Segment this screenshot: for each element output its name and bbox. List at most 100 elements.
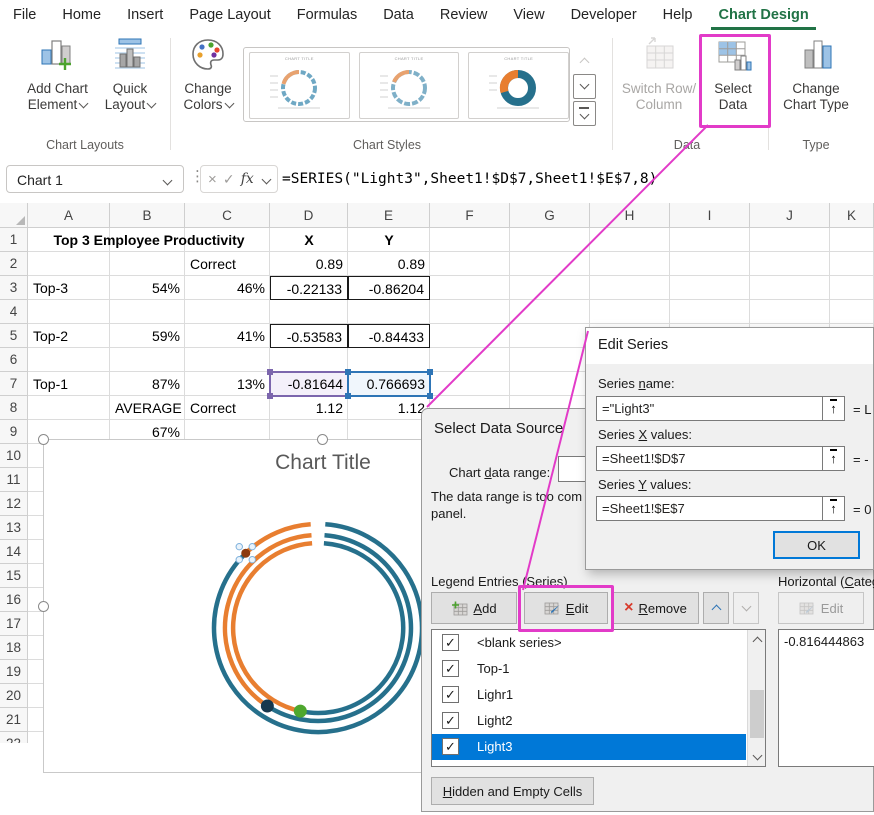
- row-header-21[interactable]: 21: [0, 708, 28, 732]
- change-colors-button[interactable]: Change Colors: [177, 36, 239, 113]
- row-header-9[interactable]: 9: [0, 420, 28, 444]
- data-point-green[interactable]: [294, 705, 307, 718]
- series-list[interactable]: ✓Light3✓Light2✓Lighr1✓Top-1✓<blank serie…: [431, 629, 766, 767]
- column-header-F[interactable]: F: [430, 203, 510, 228]
- series-y-range-button[interactable]: ↑: [822, 496, 845, 521]
- row-header-14[interactable]: 14: [0, 540, 28, 564]
- row-header-12[interactable]: 12: [0, 492, 28, 516]
- chevron-down-icon[interactable]: [261, 174, 271, 184]
- cell-B3[interactable]: 54%: [110, 276, 185, 300]
- column-header-G[interactable]: G: [510, 203, 590, 228]
- cell-C3[interactable]: 46%: [185, 276, 270, 300]
- menu-tab-file[interactable]: File: [0, 0, 49, 30]
- horizontal-values-list[interactable]: -0.816444863: [778, 629, 874, 767]
- series-name-range-button[interactable]: ↑: [822, 396, 845, 421]
- row-header-1[interactable]: 1: [0, 228, 28, 252]
- menu-tab-home[interactable]: Home: [49, 0, 114, 30]
- menu-tab-review[interactable]: Review: [427, 0, 501, 30]
- chart-data-range-input[interactable]: [558, 456, 588, 482]
- row-header-13[interactable]: 13: [0, 516, 28, 540]
- row-header-18[interactable]: 18: [0, 636, 28, 660]
- series-checkbox[interactable]: ✓: [442, 660, 459, 677]
- gallery-up-button[interactable]: [573, 47, 596, 72]
- menu-tab-help[interactable]: Help: [650, 0, 706, 30]
- row-header-22[interactable]: 22: [0, 732, 28, 743]
- menu-tab-view[interactable]: View: [500, 0, 557, 30]
- cell-A1[interactable]: Top 3 Employee Productivity: [28, 228, 270, 252]
- cell-C2[interactable]: Correct: [185, 252, 270, 276]
- quick-layout-button[interactable]: Quick Layout: [100, 36, 160, 113]
- cell-D1[interactable]: X: [270, 228, 348, 252]
- row-header-8[interactable]: 8: [0, 396, 28, 420]
- series-checkbox[interactable]: ✓: [442, 634, 459, 651]
- row-header-7[interactable]: 7: [0, 372, 28, 396]
- formula-input[interactable]: =SERIES("Light3",Sheet1!$D$7,Sheet1!$E$7…: [282, 165, 872, 193]
- column-header-K[interactable]: K: [830, 203, 874, 228]
- cell-E2[interactable]: 0.89: [348, 252, 430, 276]
- cell-E5[interactable]: -0.84433: [348, 324, 430, 348]
- cell-A5[interactable]: Top-2: [28, 324, 110, 348]
- series-y-input[interactable]: =Sheet1!$E$7: [596, 496, 823, 521]
- column-header-I[interactable]: I: [670, 203, 750, 228]
- column-header-H[interactable]: H: [590, 203, 670, 228]
- series-x-range-button[interactable]: ↑: [822, 446, 845, 471]
- gallery-expand-button[interactable]: [573, 101, 596, 126]
- series-list-item-light2[interactable]: ✓Light2: [432, 708, 746, 734]
- series-checkbox[interactable]: ✓: [442, 686, 459, 703]
- cell-D8[interactable]: 1.12: [270, 396, 348, 420]
- enter-icon[interactable]: ✓: [223, 171, 235, 188]
- row-header-17[interactable]: 17: [0, 612, 28, 636]
- move-up-button[interactable]: [703, 592, 729, 624]
- row-header-2[interactable]: 2: [0, 252, 28, 276]
- column-header-D[interactable]: D: [270, 203, 348, 228]
- cell-C8[interactable]: Correct: [185, 396, 270, 420]
- cell-B7[interactable]: 87%: [110, 372, 185, 396]
- series-list-item--blank-series-[interactable]: ✓<blank series>: [432, 630, 746, 656]
- selection-handle[interactable]: [267, 369, 273, 375]
- insert-function-icon[interactable]: fx: [241, 171, 254, 187]
- row-header-4[interactable]: 4: [0, 300, 28, 324]
- cell-D5[interactable]: -0.53583: [270, 324, 348, 348]
- scrollbar-up-icon[interactable]: [753, 637, 763, 647]
- cell-C5[interactable]: 41%: [185, 324, 270, 348]
- series-checkbox[interactable]: ✓: [442, 712, 459, 729]
- data-point-navy[interactable]: [261, 699, 274, 712]
- chart-handle-top-middle[interactable]: [317, 434, 328, 445]
- cell-E1[interactable]: Y: [348, 228, 430, 252]
- hidden-and-empty-cells-button[interactable]: Hidden and Empty Cells: [431, 777, 594, 805]
- add-button[interactable]: Add: [431, 592, 517, 624]
- row-header-11[interactable]: 11: [0, 468, 28, 492]
- series-x-input[interactable]: =Sheet1!$D$7: [596, 446, 823, 471]
- column-header-B[interactable]: B: [110, 203, 185, 228]
- cell-C7[interactable]: 13%: [185, 372, 270, 396]
- series-list-item-light3[interactable]: ✓Light3: [432, 734, 746, 760]
- chart-handle-left-middle[interactable]: [38, 601, 49, 612]
- add-chart-element-button[interactable]: Add Chart Element: [20, 36, 95, 113]
- cell-D2[interactable]: 0.89: [270, 252, 348, 276]
- remove-button[interactable]: × Remove: [612, 592, 699, 624]
- menu-tab-insert[interactable]: Insert: [114, 0, 176, 30]
- cell-A7[interactable]: Top-1: [28, 372, 110, 396]
- row-header-15[interactable]: 15: [0, 564, 28, 588]
- menu-tab-chart-design[interactable]: Chart Design: [705, 0, 821, 30]
- cell-D3[interactable]: -0.22133: [270, 276, 348, 300]
- name-box[interactable]: Chart 1: [6, 165, 184, 193]
- series-list-item-lighr1[interactable]: ✓Lighr1: [432, 682, 746, 708]
- menu-tab-page-layout[interactable]: Page Layout: [176, 0, 283, 30]
- scrollbar-down-icon[interactable]: [753, 751, 763, 761]
- series-list-item-top-1[interactable]: ✓Top-1: [432, 656, 746, 682]
- cancel-icon[interactable]: ×: [208, 171, 217, 188]
- menu-tab-developer[interactable]: Developer: [558, 0, 650, 30]
- cell-A3[interactable]: Top-3: [28, 276, 110, 300]
- series-list-scrollbar[interactable]: [747, 630, 765, 766]
- row-header-19[interactable]: 19: [0, 660, 28, 684]
- cell-B8[interactable]: AVERAGE: [110, 396, 185, 420]
- chart-style-thumbnail-3[interactable]: CHART TITLE: [468, 52, 569, 119]
- row-header-5[interactable]: 5: [0, 324, 28, 348]
- select-all-corner[interactable]: [0, 203, 28, 228]
- column-header-J[interactable]: J: [750, 203, 830, 228]
- series-name-input[interactable]: ="Light3": [596, 396, 823, 421]
- chart-style-thumbnail-1[interactable]: CHART TITLE: [249, 52, 350, 119]
- chart-handle-top-left[interactable]: [38, 434, 49, 445]
- change-chart-type-button[interactable]: Change Chart Type: [773, 36, 859, 113]
